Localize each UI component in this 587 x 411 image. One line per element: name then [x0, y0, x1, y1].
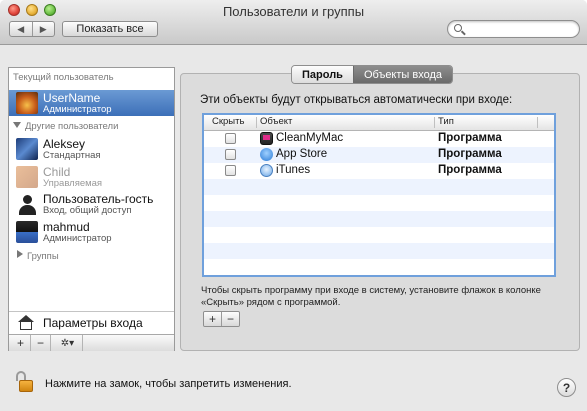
lock-status-text: Нажмите на замок, чтобы запретить измене…: [45, 378, 292, 390]
user-role: Стандартная: [43, 150, 101, 161]
disclosure-triangle-icon: [17, 250, 23, 258]
disclosure-triangle-icon: [13, 122, 21, 128]
toolbar: Пользователи и группы ◀ ▶ Показать все: [0, 0, 587, 45]
sidebar-user-child[interactable]: Child Управляемая: [9, 164, 174, 190]
table-row-empty: [204, 179, 554, 195]
user-name: UserName: [43, 91, 101, 105]
column-hide-header[interactable]: Скрыть: [212, 116, 244, 127]
login-items-hint: Чтобы скрыть программу при входе в систе…: [201, 285, 541, 308]
itunes-icon: [260, 164, 273, 177]
avatar: [16, 138, 38, 160]
table-row-empty: [204, 195, 554, 211]
sidebar-bottom-bar: + − ✲▾: [9, 334, 174, 351]
sidebar-user-aleksey[interactable]: Aleksey Стандартная: [9, 136, 174, 162]
forward-button[interactable]: ▶: [31, 22, 55, 36]
item-name: iTunes: [276, 164, 311, 176]
search-icon: [454, 24, 462, 32]
login-items-add-remove: + −: [203, 311, 240, 327]
lock-icon[interactable]: [14, 371, 34, 393]
table-header: Скрыть Объект Тип: [204, 115, 554, 131]
sidebar-user-current[interactable]: UserName Администратор: [9, 90, 174, 116]
sidebar-user-guest[interactable]: Пользователь-гость Вход, общий доступ: [9, 191, 174, 217]
hide-checkbox[interactable]: [225, 133, 236, 144]
user-name: Пользователь-гость: [43, 192, 154, 206]
help-button[interactable]: ?: [557, 378, 576, 397]
item-kind: Программа: [438, 164, 502, 176]
table-row[interactable]: iTunes Программа: [204, 163, 554, 179]
house-icon: [18, 315, 34, 330]
user-role: Управляемая: [43, 178, 103, 189]
add-user-button[interactable]: +: [11, 335, 31, 351]
sidebar-user-mahmud[interactable]: mahmud Администратор: [9, 219, 174, 245]
remove-login-item-button[interactable]: −: [221, 312, 239, 326]
login-items-intro: Эти объекты будут открываться автоматиче…: [200, 94, 513, 106]
login-items-table: Скрыть Объект Тип CleanMyMac Программа A…: [202, 113, 556, 277]
remove-user-button[interactable]: −: [31, 335, 51, 351]
users-sidebar: Текущий пользователь UserName Администра…: [8, 67, 175, 351]
item-name: CleanMyMac: [276, 132, 344, 144]
table-row[interactable]: App Store Программа: [204, 147, 554, 163]
current-user-header: Текущий пользователь: [13, 72, 114, 83]
app-store-icon: [260, 148, 273, 161]
show-all-button[interactable]: Показать все: [62, 21, 158, 37]
groups-header-label: Группы: [27, 251, 59, 262]
table-row-empty: [204, 243, 554, 259]
cleanmymac-icon: [260, 132, 273, 145]
user-name: Child: [43, 165, 71, 179]
hide-checkbox[interactable]: [225, 149, 236, 160]
table-row-empty: [204, 259, 554, 275]
groups-header[interactable]: Группы: [17, 250, 59, 262]
other-users-header-label: Другие пользователи: [25, 121, 119, 132]
table-row[interactable]: CleanMyMac Программа: [204, 131, 554, 147]
item-name: App Store: [276, 148, 328, 160]
back-forward-control: ◀ ▶: [9, 21, 55, 37]
avatar: [16, 92, 38, 114]
preferences-window: Пользователи и группы ◀ ▶ Показать все Т…: [0, 0, 587, 411]
item-kind: Программа: [438, 148, 502, 160]
action-menu-button[interactable]: ✲▾: [53, 335, 83, 351]
column-kind-header[interactable]: Тип: [438, 116, 454, 127]
tab-bar: Пароль Объекты входа: [291, 65, 454, 84]
other-users-header[interactable]: Другие пользователи: [13, 121, 118, 132]
table-row-empty: [204, 211, 554, 227]
tab-password[interactable]: Пароль: [292, 66, 353, 83]
guest-user-icon: [16, 193, 38, 215]
avatar: [16, 166, 38, 188]
back-button[interactable]: ◀: [10, 22, 32, 36]
user-role: Администратор: [43, 233, 112, 244]
user-name: Aleksey: [43, 137, 86, 151]
avatar: [16, 221, 38, 243]
window-title: Пользователи и группы: [222, 4, 365, 19]
user-name: mahmud: [43, 220, 90, 234]
column-item-header[interactable]: Объект: [260, 116, 292, 127]
tab-login-items[interactable]: Объекты входа: [352, 66, 453, 83]
hide-checkbox[interactable]: [225, 165, 236, 176]
login-options-item[interactable]: Параметры входа: [9, 311, 174, 334]
table-row-empty: [204, 227, 554, 243]
user-role: Администратор: [43, 104, 112, 115]
search-input[interactable]: [447, 20, 580, 38]
item-kind: Программа: [438, 132, 502, 144]
add-login-item-button[interactable]: +: [204, 312, 221, 326]
user-role: Вход, общий доступ: [43, 205, 132, 216]
login-options-label: Параметры входа: [43, 316, 143, 330]
